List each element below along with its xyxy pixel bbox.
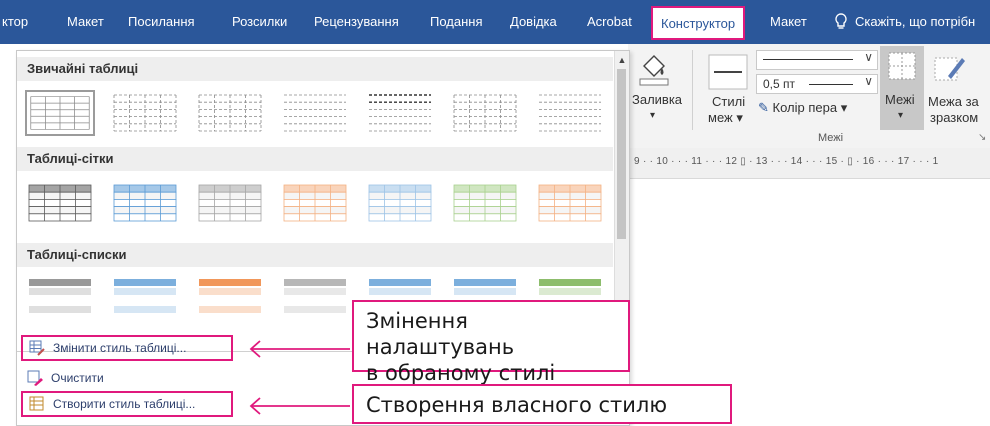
table-preview-icon xyxy=(283,279,346,313)
tab-acrobat[interactable]: Acrobat xyxy=(587,0,632,44)
table-style-thumb[interactable] xyxy=(280,90,350,136)
table-style-thumb[interactable] xyxy=(450,180,520,226)
new-style-icon xyxy=(29,396,44,411)
table-preview-icon xyxy=(113,94,177,132)
clear-item[interactable]: Очистити xyxy=(21,365,233,391)
section-plain-tables: Звичайні таблиці xyxy=(17,57,613,81)
table-style-thumb[interactable] xyxy=(110,90,180,136)
table-preview-icon xyxy=(453,94,517,132)
new-table-style-label: Створити стиль таблиці... xyxy=(53,397,196,411)
table-preview-icon xyxy=(28,184,91,222)
grid-tables-row xyxy=(17,173,613,233)
shading-button[interactable]: Заливка xyxy=(632,92,682,107)
table-preview-icon xyxy=(28,279,91,313)
scroll-up-icon[interactable]: ▲ xyxy=(615,53,629,67)
scrollbar-thumb[interactable] xyxy=(617,69,626,239)
table-preview-icon xyxy=(113,279,176,313)
table-style-thumb[interactable] xyxy=(280,274,350,320)
table-style-thumb[interactable] xyxy=(365,90,435,136)
paint-bucket-icon[interactable] xyxy=(638,52,670,86)
table-style-thumb[interactable] xyxy=(450,90,520,136)
eraser-icon xyxy=(27,370,43,386)
table-style-thumb[interactable] xyxy=(280,180,350,226)
table-preview-icon xyxy=(198,94,262,132)
table-preview-icon xyxy=(368,184,432,222)
table-preview-icon xyxy=(539,94,602,132)
table-style-thumb[interactable] xyxy=(365,180,435,226)
tab-design-partial[interactable]: ктор xyxy=(2,0,28,44)
modify-style-icon xyxy=(29,340,45,356)
borders-label: Межі xyxy=(885,92,915,107)
table-preview-icon xyxy=(198,184,262,222)
callout-arrow-modify xyxy=(249,340,350,358)
table-style-thumb[interactable] xyxy=(25,180,95,226)
table-style-thumb[interactable] xyxy=(195,180,265,226)
chevron-down-icon: ∨ xyxy=(864,74,873,88)
tab-layout[interactable]: Макет xyxy=(67,0,104,44)
table-style-thumb[interactable] xyxy=(535,180,605,226)
tab-table-layout[interactable]: Макет xyxy=(770,0,807,44)
lightbulb-icon xyxy=(835,13,847,29)
table-preview-icon xyxy=(539,184,602,222)
modify-table-style-label: Змінити стиль таблиці... xyxy=(53,341,187,355)
border-painter-icon[interactable] xyxy=(934,52,966,84)
pen-icon: ✎ xyxy=(758,100,769,115)
table-preview-icon xyxy=(283,94,346,132)
ruler-markings: 9 · · 10 · · · 11 · · · 12 ▯ · 13 · · · … xyxy=(634,156,939,167)
new-table-style-item[interactable]: Створити стиль таблиці... xyxy=(21,391,233,417)
horizontal-ruler: 9 · · 10 · · · 11 · · · 12 ▯ · 13 · · · … xyxy=(628,148,990,179)
ribbon-borders-area: Заливка ▾ Стилі меж ▾ ∨ 0,5 пт ∨ ✎ Колір… xyxy=(628,44,990,149)
callout-arrow-new xyxy=(249,397,350,415)
callout-modify-line1: Змінення налаштувань xyxy=(366,309,515,359)
borders-button[interactable]: Межі ▾ xyxy=(880,46,924,130)
tab-help[interactable]: Довідка xyxy=(510,0,557,44)
border-styles-label[interactable]: Стилі xyxy=(712,94,745,109)
table-style-thumb[interactable] xyxy=(110,274,180,320)
borders-group-label: Межі xyxy=(818,132,844,144)
borders-dropdown-arrow: ▾ xyxy=(898,110,904,121)
ribbon-tab-bar: ктор Макет Посилання Розсилки Рецензуван… xyxy=(0,0,990,44)
pen-style-select[interactable]: ∨ xyxy=(756,50,878,70)
pen-weight-select[interactable]: 0,5 пт ∨ xyxy=(756,74,878,94)
section-grid-tables: Таблиці-сітки xyxy=(17,147,613,171)
table-style-thumb[interactable] xyxy=(195,90,265,136)
borders-grid-icon xyxy=(888,52,916,80)
callout-modify-line2: в обраному стилі xyxy=(366,361,556,385)
table-style-thumb[interactable] xyxy=(535,90,605,136)
tab-table-design[interactable]: Конструктор xyxy=(651,6,746,40)
tab-references[interactable]: Посилання xyxy=(128,0,195,44)
border-styles-label-2[interactable]: меж ▾ xyxy=(708,110,743,126)
callout-new-style: Створення власного стилю xyxy=(352,384,732,424)
tell-me-box[interactable]: Скажіть, що потрібн xyxy=(833,0,975,44)
table-preview-icon xyxy=(453,184,517,222)
border-painter-label-2[interactable]: зразком xyxy=(930,110,978,125)
table-style-thumb[interactable] xyxy=(24,90,95,136)
table-preview-icon xyxy=(29,96,90,130)
tell-me-text: Скажіть, що потрібн xyxy=(855,14,976,29)
table-style-thumb[interactable] xyxy=(195,274,265,320)
tab-mailings[interactable]: Розсилки xyxy=(232,0,287,44)
table-preview-icon xyxy=(113,184,177,222)
table-style-thumb[interactable] xyxy=(25,274,95,320)
clear-label: Очистити xyxy=(51,371,104,385)
table-preview-icon xyxy=(369,94,432,132)
pen-color-button[interactable]: ✎ Колір пера ▾ xyxy=(758,100,847,116)
tab-review[interactable]: Рецензування xyxy=(314,0,399,44)
section-list-tables: Таблиці-списки xyxy=(17,243,613,267)
dialog-launcher-icon[interactable]: ↘ xyxy=(978,132,986,143)
table-style-thumb[interactable] xyxy=(110,180,180,226)
plain-tables-row xyxy=(17,83,613,143)
shading-dropdown-arrow[interactable]: ▾ xyxy=(650,110,655,121)
border-styles-icon[interactable] xyxy=(708,54,748,90)
pen-weight-value: 0,5 пт xyxy=(763,77,796,91)
border-painter-label-1[interactable]: Межа за xyxy=(928,94,979,109)
table-preview-icon xyxy=(198,279,261,313)
table-preview-icon xyxy=(283,184,347,222)
chevron-down-icon: ∨ xyxy=(864,50,873,64)
modify-table-style-item[interactable]: Змінити стиль таблиці... xyxy=(21,335,233,361)
callout-modify-style: Змінення налаштувань в обраному стилі xyxy=(352,300,630,385)
tab-view[interactable]: Подання xyxy=(430,0,483,44)
group-divider xyxy=(692,50,693,130)
